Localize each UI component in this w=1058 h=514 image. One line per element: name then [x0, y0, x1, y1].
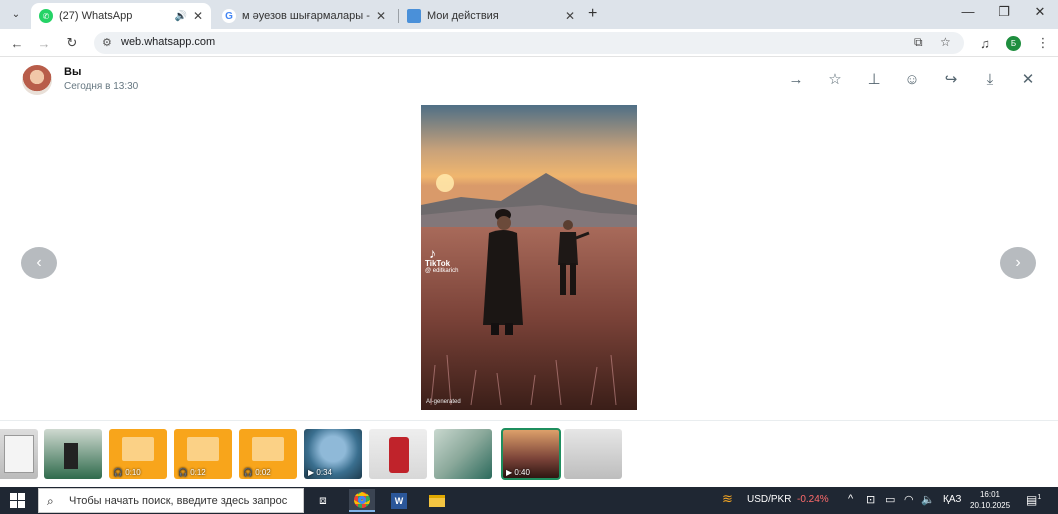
browser-tab-bar: ⌄ ✆ (27) WhatsApp 🔊 ✕ G м әуезов шығарма… — [0, 0, 1058, 29]
audio-duration: 🎧 0:10 — [113, 468, 141, 477]
message-timestamp: Сегодня в 13:30 — [64, 81, 139, 92]
sender-name: Вы — [64, 66, 82, 78]
tiktok-handle: @ editkarich — [425, 268, 459, 274]
tab-close-icon[interactable]: ✕ — [565, 9, 575, 23]
battery-icon[interactable]: ▭ — [885, 493, 895, 506]
chrome-taskbar-icon[interactable] — [349, 489, 375, 512]
tab-my-activity[interactable]: Мои действия ✕ — [399, 3, 583, 29]
browser-toolbar: ← → ↻ ⚙ web.whatsapp.com ⧉ ☆ ♫ Б ⋮ — [0, 29, 1058, 57]
close-icon[interactable]: ✕ — [1018, 69, 1038, 89]
media-thumbnail-audio[interactable]: 🎧 0:02 — [239, 429, 297, 479]
tab-title: Мои действия — [427, 10, 499, 22]
search-placeholder: Чтобы начать поиск, введите здесь запрос — [69, 495, 288, 507]
ticker-label[interactable]: USD/PKR — [747, 494, 791, 505]
media-thumbnail-strip: 🎧 0:10 🎧 0:12 🎧 0:02 ▶ 0:34 ▶ 0:40 — [0, 420, 1058, 487]
network-icon[interactable]: ◠ — [904, 493, 914, 506]
profile-avatar[interactable]: Б — [1006, 36, 1021, 51]
task-view-icon[interactable]: ⧈ — [310, 489, 336, 512]
clock-date: 20.10.2025 — [970, 501, 1011, 510]
video-duration: ▶ 0:40 — [506, 468, 530, 477]
taskbar-search-input[interactable]: ⌕ Чтобы начать поиск, введите здесь запр… — [38, 488, 304, 513]
notification-count: 1 — [1037, 494, 1042, 501]
activity-icon — [407, 9, 421, 23]
ticker-change: -0.24% — [797, 494, 829, 505]
media-thumbnail[interactable] — [0, 429, 38, 479]
video-duration: ▶ 0:34 — [308, 468, 332, 477]
media-video[interactable]: ♪ TikTok @ editkarich AI-generated — [421, 105, 637, 410]
audio-playing-icon[interactable]: 🔊 — [174, 11, 186, 22]
media-thumbnail-audio[interactable]: 🎧 0:10 — [109, 429, 167, 479]
install-app-icon[interactable]: ⧉ — [914, 35, 923, 50]
tab-google-search[interactable]: G м әуезов шығармалары - Пои ✕ — [214, 3, 394, 29]
video-frame — [421, 105, 637, 410]
emoji-react-icon[interactable]: ☺ — [902, 69, 922, 89]
tab-close-icon[interactable]: ✕ — [193, 9, 203, 23]
media-controls-icon[interactable]: ♫ — [976, 34, 994, 52]
media-thumbnail-audio[interactable]: 🎧 0:12 — [174, 429, 232, 479]
star-icon[interactable]: ☆ — [825, 69, 845, 89]
media-thumbnail[interactable] — [44, 429, 102, 479]
volume-icon[interactable]: 🔈 — [921, 493, 935, 506]
media-thumbnail[interactable] — [434, 429, 492, 479]
google-icon: G — [222, 9, 236, 23]
forward-icon[interactable]: ↪ — [941, 69, 961, 89]
whatsapp-icon: ✆ — [39, 9, 53, 23]
notification-center-icon[interactable]: ▤1 — [1026, 493, 1041, 507]
media-viewer-header: Вы Сегодня в 13:30 → ☆ ⊥ ☺ ↪ ⤓ ✕ — [0, 57, 1058, 103]
tab-title: м әуезов шығармалары - Пои — [242, 10, 370, 22]
bookmark-star-icon[interactable]: ☆ — [940, 35, 951, 49]
currency-ticker-icon[interactable]: ≋ — [722, 491, 733, 507]
search-icon: ⌕ — [47, 494, 54, 508]
screen-capture-icon[interactable]: ⊡ — [866, 493, 875, 506]
tab-title: (27) WhatsApp — [59, 10, 133, 22]
tab-whatsapp[interactable]: ✆ (27) WhatsApp 🔊 ✕ — [31, 3, 211, 29]
word-taskbar-icon[interactable]: W — [386, 489, 412, 512]
restore-button[interactable]: ❐ — [994, 4, 1014, 20]
media-thumbnail-video-selected[interactable]: ▶ 0:40 — [501, 428, 561, 480]
tab-search-button[interactable]: ⌄ — [6, 5, 26, 23]
download-icon[interactable]: ⤓ — [980, 69, 1000, 89]
system-clock[interactable]: 16:01 20.10.2025 — [970, 489, 1010, 511]
url-text: web.whatsapp.com — [121, 36, 216, 48]
browser-menu-icon[interactable]: ⋮ — [1034, 34, 1052, 52]
go-to-message-icon[interactable]: → — [786, 69, 806, 89]
ai-generated-label: AI-generated — [426, 399, 461, 405]
audio-duration: 🎧 0:02 — [243, 468, 271, 477]
tiktok-watermark: TikTok — [425, 259, 451, 268]
audio-duration: 🎧 0:12 — [178, 468, 206, 477]
file-explorer-icon[interactable] — [424, 489, 450, 512]
next-media-button[interactable]: › — [1000, 247, 1036, 279]
input-language[interactable]: ҚАЗ — [943, 494, 961, 505]
site-info-icon[interactable]: ⚙ — [102, 36, 112, 49]
avatar[interactable] — [22, 65, 52, 95]
back-button[interactable]: ← — [8, 34, 26, 52]
windows-taskbar: ⌕ Чтобы начать поиск, введите здесь запр… — [0, 487, 1058, 514]
tab-close-icon[interactable]: ✕ — [376, 9, 386, 23]
windows-start-button[interactable] — [10, 493, 25, 508]
reload-button[interactable]: ↻ — [63, 34, 81, 52]
forward-button[interactable]: → — [35, 34, 53, 52]
show-hidden-icons-icon[interactable]: ^ — [848, 493, 853, 505]
media-thumbnail[interactable] — [564, 429, 622, 479]
minimize-button[interactable]: — — [958, 4, 978, 19]
previous-media-button[interactable]: ‹ — [21, 247, 57, 279]
address-bar[interactable]: ⚙ web.whatsapp.com ⧉ ☆ — [94, 32, 964, 54]
media-thumbnail[interactable] — [369, 429, 427, 479]
close-window-button[interactable]: ✕ — [1030, 4, 1050, 20]
clock-time: 16:01 — [979, 490, 1001, 499]
new-tab-button[interactable]: + — [588, 5, 597, 23]
media-thumbnail-video[interactable]: ▶ 0:34 — [304, 429, 362, 479]
pin-icon[interactable]: ⊥ — [864, 69, 884, 89]
